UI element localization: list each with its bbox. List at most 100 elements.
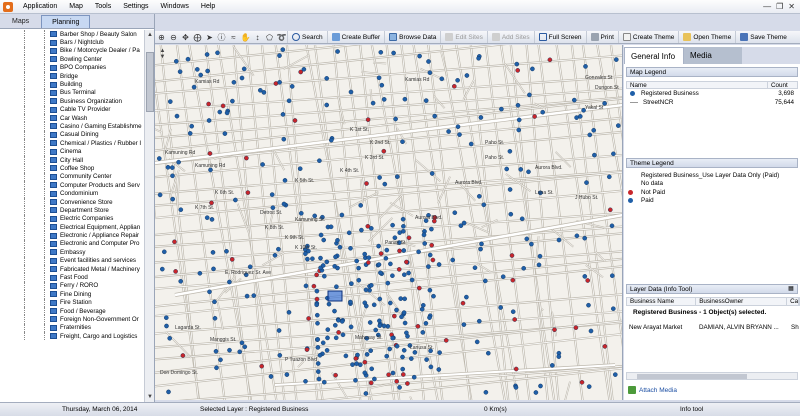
layer-item[interactable]: Electrical Equipment, Applian — [0, 222, 144, 232]
business-point[interactable] — [314, 288, 320, 294]
menu-windows[interactable]: Windows — [155, 0, 195, 14]
business-point[interactable] — [280, 47, 286, 52]
business-point[interactable] — [482, 278, 488, 284]
business-point[interactable] — [213, 348, 219, 354]
business-point[interactable] — [613, 57, 619, 62]
col-business-owner[interactable]: BusinessOwner — [696, 298, 788, 305]
business-point[interactable] — [363, 303, 369, 309]
business-point[interactable] — [556, 237, 562, 243]
business-point[interactable] — [365, 223, 371, 229]
business-point[interactable] — [241, 66, 247, 72]
business-point[interactable] — [427, 315, 432, 320]
business-point[interactable] — [195, 67, 200, 72]
business-point[interactable] — [424, 357, 429, 362]
info-icon[interactable]: ⓘ — [216, 32, 227, 43]
business-point[interactable] — [376, 243, 381, 249]
layer-item[interactable]: Business Organization — [0, 97, 144, 106]
save-theme-button[interactable]: Save Theme — [735, 31, 791, 43]
layer-item[interactable]: Department Store — [0, 206, 144, 215]
business-point[interactable] — [401, 347, 407, 353]
business-point[interactable] — [170, 173, 175, 179]
business-point[interactable] — [436, 367, 442, 372]
business-point[interactable] — [400, 216, 406, 222]
business-point[interactable] — [400, 372, 406, 377]
business-point[interactable] — [478, 246, 483, 252]
ruler-icon[interactable]: ↕ — [252, 32, 263, 43]
business-point[interactable] — [376, 75, 382, 81]
business-point[interactable] — [609, 223, 615, 229]
business-point[interactable] — [458, 223, 464, 228]
business-point[interactable] — [178, 207, 184, 212]
business-point[interactable] — [303, 283, 309, 289]
business-point[interactable] — [377, 296, 383, 302]
business-point[interactable] — [315, 345, 321, 350]
business-point[interactable] — [368, 380, 374, 386]
business-point[interactable] — [191, 84, 197, 90]
business-point[interactable] — [197, 270, 203, 276]
business-point[interactable] — [207, 151, 213, 156]
business-point[interactable] — [400, 228, 406, 234]
layer-item[interactable]: Bus Terminal — [0, 88, 144, 98]
business-point[interactable] — [170, 196, 176, 202]
business-point[interactable] — [405, 381, 410, 386]
business-point[interactable] — [277, 53, 282, 58]
business-point[interactable] — [512, 317, 518, 322]
business-point[interactable] — [259, 363, 264, 369]
scrollbar-thumb[interactable] — [146, 52, 154, 112]
search-button[interactable]: Search — [287, 31, 327, 43]
business-point[interactable] — [325, 327, 331, 332]
business-point[interactable] — [382, 181, 388, 187]
business-point[interactable] — [552, 327, 557, 333]
business-point[interactable] — [515, 68, 521, 73]
table-row[interactable]: New Arayat Market DAMIAN, ALVIN BRYANN .… — [626, 324, 800, 331]
business-point[interactable] — [615, 123, 621, 128]
business-point[interactable] — [457, 132, 462, 137]
business-point[interactable] — [405, 333, 410, 339]
legend-row[interactable]: StreetNCR 75,644 — [626, 98, 798, 107]
business-point[interactable] — [377, 175, 382, 180]
layer-item[interactable]: Building — [0, 80, 144, 89]
col-category[interactable]: Ca — [787, 298, 799, 305]
business-point[interactable] — [276, 328, 282, 333]
business-point[interactable] — [371, 302, 377, 308]
layer-item[interactable]: BPO Companies — [0, 63, 144, 72]
business-point[interactable] — [314, 302, 319, 308]
business-point[interactable] — [499, 106, 504, 112]
business-point[interactable] — [247, 264, 253, 270]
business-point[interactable] — [611, 151, 616, 157]
close-icon[interactable]: ✕ — [788, 2, 795, 11]
business-point[interactable] — [169, 165, 175, 170]
business-point[interactable] — [233, 197, 238, 203]
edit-sites-button[interactable]: Edit Sites — [440, 31, 486, 43]
business-point[interactable] — [339, 212, 345, 218]
business-point[interactable] — [348, 245, 353, 251]
business-point[interactable] — [335, 265, 340, 271]
business-point[interactable] — [335, 49, 340, 54]
business-point[interactable] — [314, 296, 320, 302]
business-point[interactable] — [500, 274, 506, 279]
business-point[interactable] — [429, 242, 435, 248]
business-point[interactable] — [303, 378, 308, 384]
business-point[interactable] — [272, 252, 278, 258]
business-point[interactable] — [408, 356, 414, 361]
layer-item[interactable]: Fine Dining — [0, 290, 144, 299]
business-point[interactable] — [518, 167, 524, 172]
business-point[interactable] — [460, 300, 466, 306]
business-point[interactable] — [426, 264, 431, 269]
business-point[interactable] — [586, 384, 592, 389]
create-buffer-button[interactable]: Create Buffer — [326, 31, 385, 43]
layer-item[interactable]: Event facilities and services — [0, 256, 144, 265]
business-point[interactable] — [538, 383, 543, 389]
menu-application[interactable]: Application — [17, 0, 63, 14]
business-point[interactable] — [409, 277, 415, 283]
layer-item[interactable]: Electric Companies — [0, 214, 144, 223]
business-point[interactable] — [328, 137, 334, 143]
business-point[interactable] — [537, 253, 543, 259]
business-point[interactable] — [588, 328, 594, 334]
business-point[interactable] — [610, 306, 616, 312]
business-point[interactable] — [401, 310, 407, 315]
business-point[interactable] — [411, 374, 417, 380]
business-point[interactable] — [584, 180, 589, 185]
business-point[interactable] — [280, 112, 286, 117]
business-point[interactable] — [427, 287, 433, 293]
